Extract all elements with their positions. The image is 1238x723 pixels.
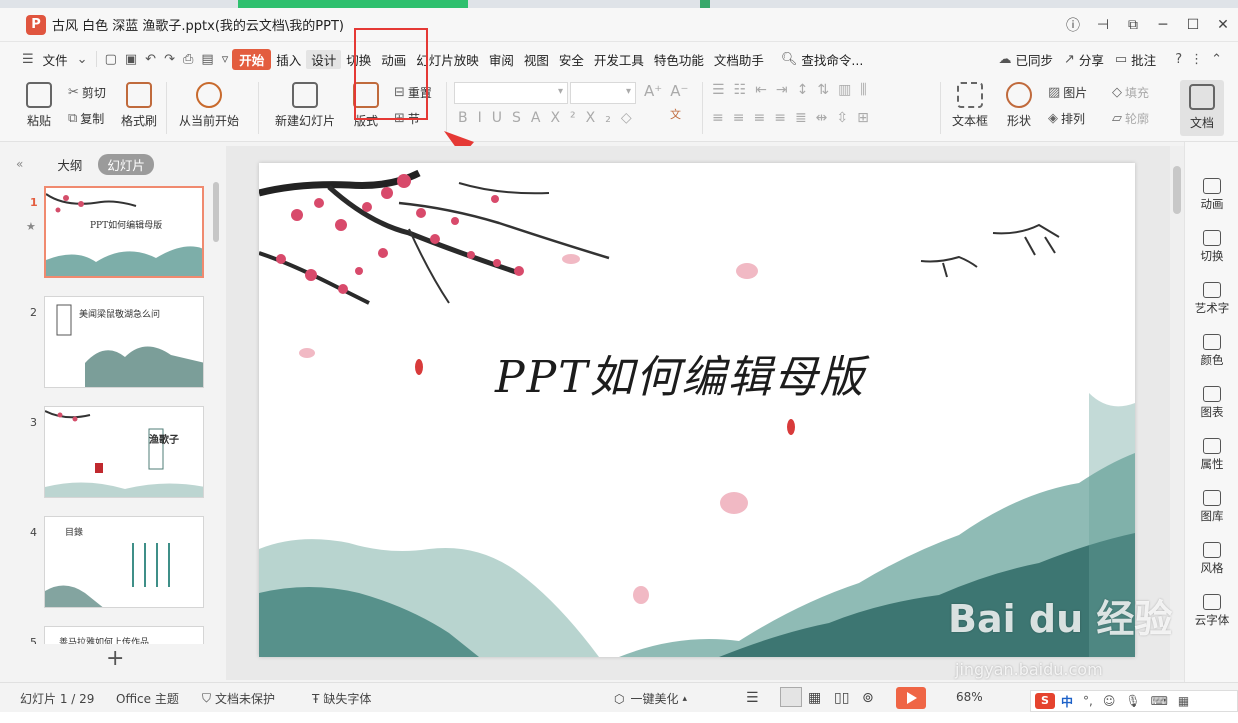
slide-thumbnail-caption: 善马拉雅如何上传作品 <box>59 638 150 644</box>
sidebar-item-label: 颜色 <box>1200 353 1224 367</box>
animation-icon <box>1203 178 1221 194</box>
slide-thumbnail[interactable]: PPT如何编辑母版 <box>44 186 204 278</box>
slide-thumbnail-caption: 渔歌子 <box>149 435 179 446</box>
punctuation-icon[interactable]: °, <box>1083 694 1093 708</box>
slide-counter: 幻灯片 1 / 29 <box>20 692 95 706</box>
panel-tabs: « 大纲 幻灯片 <box>10 152 223 176</box>
slide-thumbnail[interactable]: 善马拉雅如何上传作品 <box>44 626 204 644</box>
sidebar-item-label: 艺术字 <box>1194 301 1230 315</box>
emoji-icon[interactable]: ☺ <box>1103 694 1116 708</box>
missing-font-label: 缺失字体 <box>323 692 372 706</box>
slide-thumbnail-caption: PPT如何编辑母版 <box>90 221 163 231</box>
slide-sorter-icon[interactable]: ▦ <box>808 690 821 706</box>
slide-title[interactable]: PPT如何编辑母版 <box>495 341 866 405</box>
chart-icon <box>1203 386 1221 402</box>
list-item[interactable]: 4 目錄 <box>10 516 223 612</box>
sidebar-item-animation[interactable]: 动画 <box>1185 178 1238 212</box>
color-grid-icon <box>1203 334 1221 350</box>
thumbnail-scrollbar[interactable] <box>213 182 219 242</box>
slide-thumbnail-caption: 美闻梁鼠敬湖急么问 <box>79 310 161 320</box>
properties-icon <box>1203 438 1221 454</box>
list-item[interactable]: 2 美闻梁鼠敬湖急么问 <box>10 296 223 392</box>
zoom-level[interactable]: 68% <box>956 690 983 704</box>
shield-icon: ⛉ <box>202 691 212 705</box>
missing-font-button[interactable]: Ŧ 缺失字体 <box>312 690 371 707</box>
tab-outline[interactable]: 大纲 <box>57 155 82 174</box>
notes-toggle-icon[interactable]: ☰ <box>746 690 759 706</box>
sidebar-item-wordart[interactable]: 艺术字 <box>1185 282 1238 316</box>
sidebar-item-style[interactable]: 风格 <box>1185 542 1238 576</box>
watermark-logo: Bai du 经验 <box>948 597 1173 641</box>
list-item[interactable]: 1 ★ PPT如何编辑母版 <box>10 186 223 282</box>
slide-thumbnail-art <box>45 410 203 497</box>
ime-toolbar: S 中 °, ☺ 🎙︎ ⌨ ▦ <box>1030 690 1238 712</box>
list-item[interactable]: 5 善马拉雅如何上传作品 <box>10 626 223 644</box>
theme-name[interactable]: Office 主题 <box>116 690 179 707</box>
normal-view-icon[interactable] <box>780 687 802 707</box>
wps-presentation-window: P 古风 白色 深蓝 渔歌子.pptx(我的云文档\我的PPT) ⓘ ⊣ ⧉ ─… <box>0 0 1238 723</box>
sidebar-item-label: 属性 <box>1200 457 1224 471</box>
slide-canvas[interactable]: PPT如何编辑母版 <box>259 163 1135 657</box>
sidebar-item-color[interactable]: 颜色 <box>1185 334 1238 368</box>
slide-thumbnail-panel: « 大纲 幻灯片 1 ★ PPT如何编辑母版 2 美闻梁鼠敬湖急么问 3 渔歌子… <box>10 146 223 680</box>
slide-number: 4 <box>30 526 37 539</box>
slide-thumbnail[interactable]: 目錄 <box>44 516 204 608</box>
voice-icon[interactable]: 🎙︎ <box>1125 694 1140 708</box>
sidebar-item-label: 图库 <box>1200 509 1224 523</box>
sidebar-item-cloud-font[interactable]: 云字体 <box>1185 594 1238 628</box>
sidebar-item-properties[interactable]: 属性 <box>1185 438 1238 472</box>
beautify-label: 一键美化 <box>630 692 679 706</box>
slide-thumbnail[interactable]: 美闻梁鼠敬湖急么问 <box>44 296 204 388</box>
sidebar-item-chart[interactable]: 图表 <box>1185 386 1238 420</box>
keyboard-icon[interactable]: ⌨ <box>1151 694 1168 708</box>
protection-label: 文档未保护 <box>215 692 276 706</box>
wordart-icon <box>1203 282 1221 298</box>
sidebar-item-gallery[interactable]: 图库 <box>1185 490 1238 524</box>
slide-thumbnail-caption: 目錄 <box>65 528 84 538</box>
sidebar-item-label: 切换 <box>1200 249 1224 263</box>
thumbnail-list: 1 ★ PPT如何编辑母版 2 美闻梁鼠敬湖急么问 3 渔歌子 4 目錄 5 善… <box>10 184 223 644</box>
slide-background-art <box>259 169 1135 657</box>
slide-number: 1 <box>30 196 38 209</box>
sidebar-item-label: 云字体 <box>1194 613 1230 627</box>
ime-mode[interactable]: 中 <box>1061 693 1073 710</box>
style-icon <box>1203 542 1221 558</box>
slide-thumbnail-art <box>46 193 202 276</box>
taskbar-edge <box>0 712 1238 723</box>
scrollbar-thumb[interactable] <box>1173 166 1181 214</box>
beautify-button[interactable]: ⬡ 一键美化 ▴ <box>614 690 687 707</box>
slide-thumbnail[interactable]: 渔歌子 <box>44 406 204 498</box>
slide-number: 2 <box>30 306 37 319</box>
cloud-font-icon <box>1203 594 1221 610</box>
reading-view-icon[interactable]: ▯▯ <box>834 690 849 706</box>
font-icon: Ŧ <box>312 691 320 706</box>
presenter-view-icon[interactable]: ⊚ <box>862 690 874 706</box>
slide-number: 5 <box>30 636 37 644</box>
beautify-icon: ⬡ <box>614 691 625 706</box>
protection-status[interactable]: ⛉ 文档未保护 <box>202 690 275 707</box>
tab-slides[interactable]: 幻灯片 <box>98 153 154 175</box>
right-task-pane: 动画 切换 艺术字 颜色 图表 属性 图库 风格 云字体 <box>1184 142 1238 682</box>
sidebar-item-transition[interactable]: 切换 <box>1185 230 1238 264</box>
skin-icon[interactable]: ▦ <box>1178 694 1189 708</box>
chevron-up-icon: ▴ <box>682 693 688 704</box>
watermark-url: jingyan.baidu.com <box>955 660 1103 679</box>
star-icon: ★ <box>26 220 36 233</box>
slide-number: 3 <box>30 416 37 429</box>
sogou-ime-icon[interactable]: S <box>1035 693 1055 709</box>
play-slideshow-button[interactable] <box>896 687 926 709</box>
add-slide-button[interactable]: + <box>106 646 124 671</box>
sidebar-item-label: 动画 <box>1200 197 1224 211</box>
list-item[interactable]: 3 渔歌子 <box>10 406 223 502</box>
sidebar-item-label: 风格 <box>1200 561 1224 575</box>
collapse-panel-icon[interactable]: « <box>16 157 23 171</box>
gallery-icon <box>1203 490 1221 506</box>
transition-icon <box>1203 230 1221 246</box>
sidebar-item-label: 图表 <box>1200 405 1224 419</box>
